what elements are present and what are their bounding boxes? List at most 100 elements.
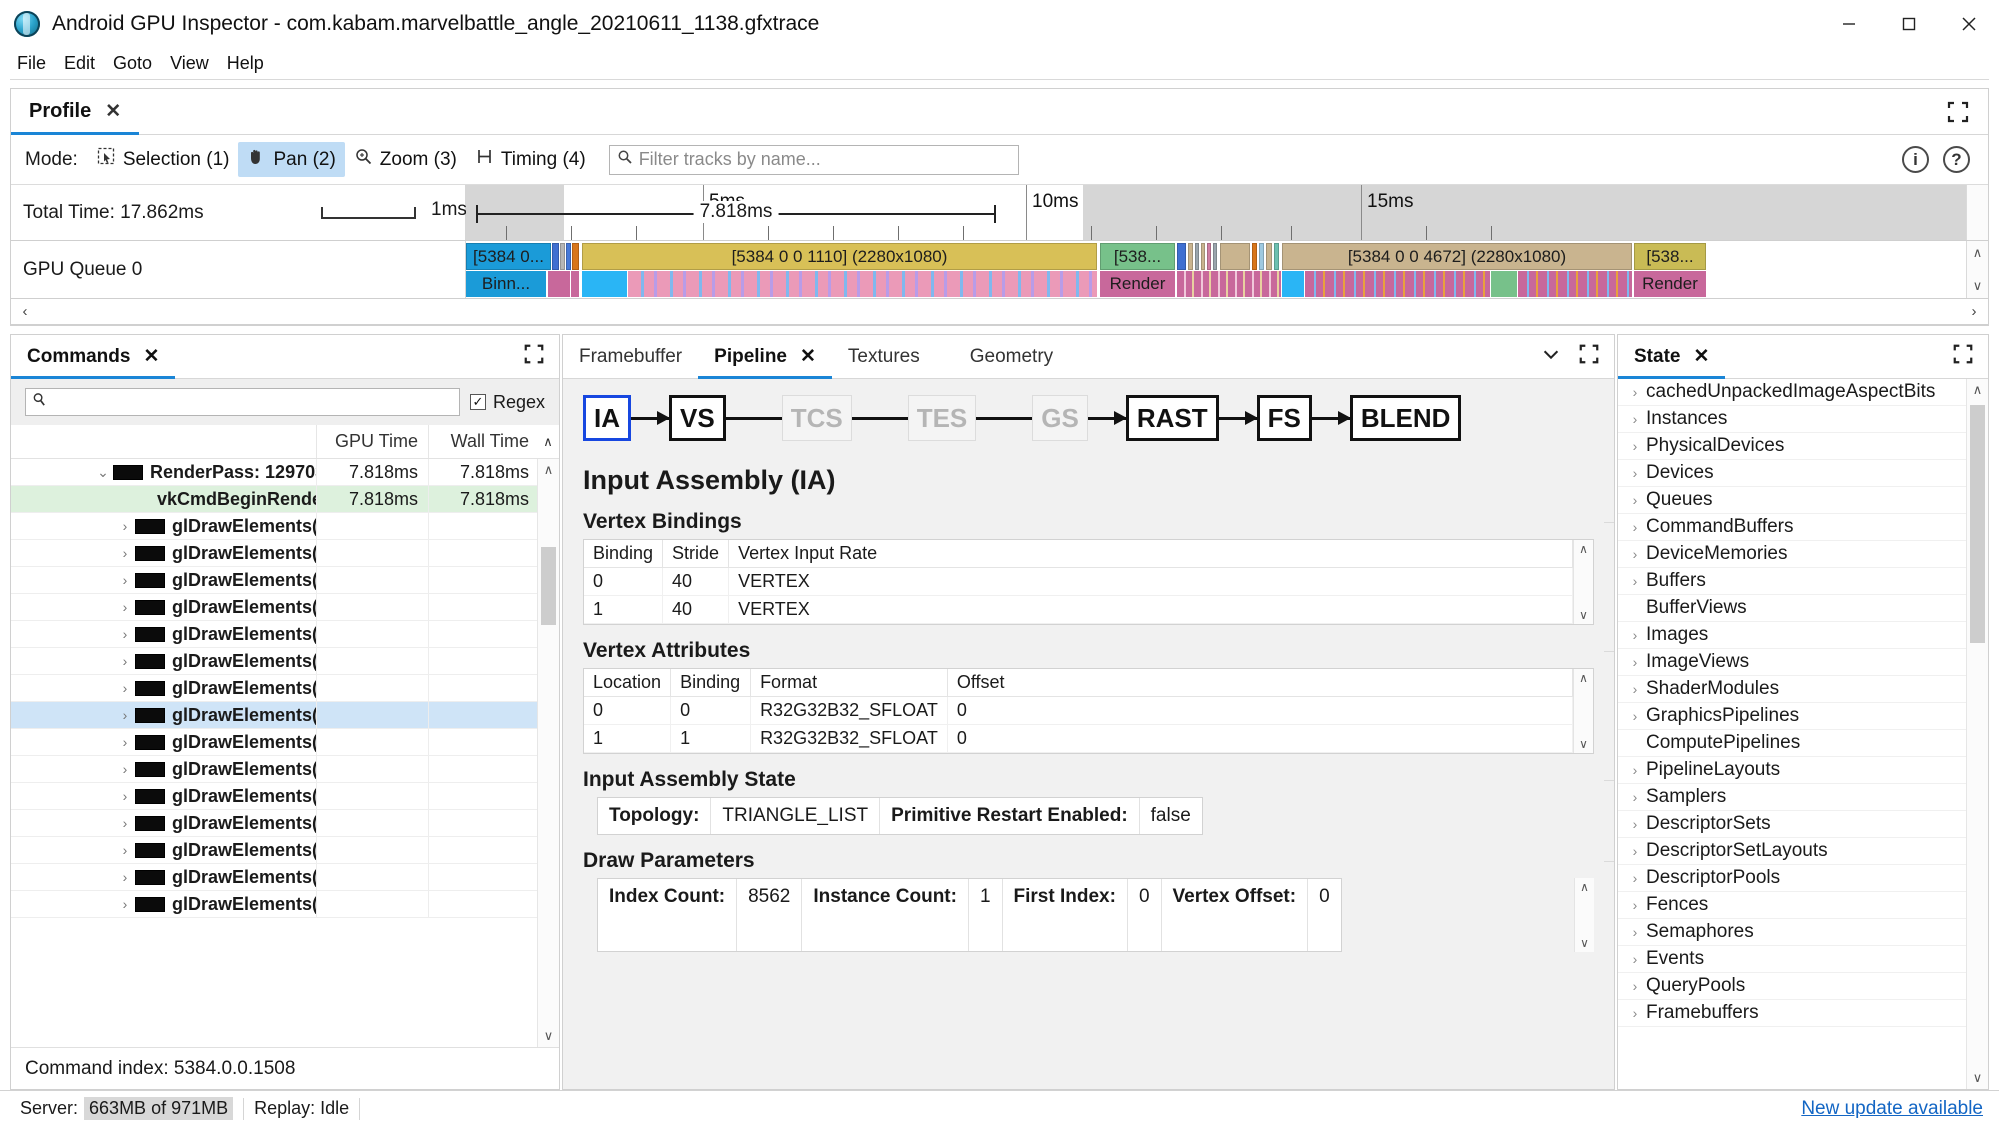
- state-tree-item[interactable]: › Images: [1618, 622, 1988, 649]
- table-row[interactable]: › glDrawElements(co…: [11, 891, 559, 918]
- expand-chevron-icon[interactable]: ›: [1624, 519, 1646, 535]
- state-tree-item[interactable]: › Samplers: [1618, 784, 1988, 811]
- timeline-block[interactable]: [1195, 243, 1199, 270]
- column-gpu-time[interactable]: GPU Time: [317, 425, 429, 458]
- tab-commands[interactable]: Commands ✕: [11, 335, 176, 379]
- state-tree-item[interactable]: BufferViews: [1618, 595, 1988, 622]
- table-row[interactable]: › glDrawElements(co…: [11, 729, 559, 756]
- scroll-down-icon[interactable]: ∨: [1579, 608, 1588, 622]
- menu-file[interactable]: File: [8, 50, 55, 77]
- stage-gs[interactable]: GS: [1032, 395, 1088, 441]
- expand-chevron-icon[interactable]: ›: [1624, 546, 1646, 562]
- expand-chevron-icon[interactable]: ›: [1624, 870, 1646, 886]
- expand-chevron-icon[interactable]: ›: [1624, 465, 1646, 481]
- state-tree-item[interactable]: › Instances: [1618, 406, 1988, 433]
- minimize-button[interactable]: [1819, 0, 1879, 47]
- expand-chevron-icon[interactable]: ⌄: [93, 464, 113, 481]
- state-tree-item[interactable]: › ImageViews: [1618, 649, 1988, 676]
- filter-tracks-input[interactable]: Filter tracks by name...: [608, 144, 1019, 175]
- timeline-block[interactable]: [560, 243, 565, 270]
- vertex-attributes-scrollbar[interactable]: ∧ ∨: [1573, 669, 1593, 753]
- state-tree-item[interactable]: › cachedUnpackedImageAspectBits: [1618, 379, 1988, 406]
- table-row[interactable]: vkCmdBeginRender…7.818ms7.818ms: [11, 486, 559, 513]
- state-tree-item[interactable]: › DescriptorSetLayouts: [1618, 838, 1988, 865]
- timeline-subblock[interactable]: [582, 271, 627, 297]
- timeline-block[interactable]: [1252, 243, 1257, 270]
- expand-chevron-icon[interactable]: ›: [115, 761, 135, 777]
- state-tree[interactable]: › cachedUnpackedImageAspectBits › Instances…: [1618, 379, 1988, 1089]
- vertex-bindings-scrollbar[interactable]: ∧ ∨: [1573, 540, 1593, 624]
- close-icon[interactable]: ✕: [800, 345, 816, 368]
- expand-chevron-icon[interactable]: ›: [1624, 492, 1646, 508]
- timeline-vertical-scrollbar[interactable]: ∧ ∨: [1966, 241, 1988, 298]
- table-row[interactable]: › glDrawElements(co…: [11, 648, 559, 675]
- stage-ia[interactable]: IA: [583, 395, 631, 441]
- expand-chevron-icon[interactable]: ›: [115, 545, 135, 561]
- state-tree-item[interactable]: › Devices: [1618, 460, 1988, 487]
- timeline-block[interactable]: [1207, 243, 1211, 270]
- close-button[interactable]: [1939, 0, 1999, 47]
- scroll-up-icon[interactable]: ∧: [1579, 671, 1588, 685]
- pipeline-expand-icon[interactable]: [1578, 343, 1600, 371]
- state-tree-item[interactable]: › Events: [1618, 946, 1988, 973]
- timeline-subblock[interactable]: [1491, 271, 1517, 297]
- state-tree-item[interactable]: › PipelineLayouts: [1618, 757, 1988, 784]
- tab-framebuffer[interactable]: Framebuffer: [563, 335, 698, 378]
- expand-chevron-icon[interactable]: ›: [1624, 843, 1646, 859]
- new-update-link[interactable]: New update available: [1801, 1098, 1983, 1120]
- mode-selection-button[interactable]: Selection (1): [88, 142, 239, 177]
- expand-chevron-icon[interactable]: ›: [1624, 654, 1646, 670]
- scroll-up-icon[interactable]: ∧: [1579, 542, 1588, 556]
- expand-chevron-icon[interactable]: ›: [115, 896, 135, 912]
- expand-chevron-icon[interactable]: ›: [115, 599, 135, 615]
- timeline-block[interactable]: [566, 243, 571, 270]
- table-row[interactable]: 0 40 VERTEX: [584, 567, 1573, 596]
- menu-help[interactable]: Help: [218, 50, 273, 77]
- table-row[interactable]: › glDrawElements(co…: [11, 756, 559, 783]
- table-row[interactable]: 1 40 VERTEX: [584, 595, 1573, 624]
- timeline-block[interactable]: [1201, 243, 1205, 270]
- scroll-left-icon[interactable]: ‹: [11, 303, 39, 320]
- chevron-down-icon[interactable]: [1540, 343, 1562, 371]
- table-row[interactable]: › glDrawElements(co…: [11, 540, 559, 567]
- tab-pipeline[interactable]: Pipeline ✕: [698, 335, 832, 379]
- expand-chevron-icon[interactable]: ›: [1624, 1005, 1646, 1021]
- state-tree-item[interactable]: › Framebuffers: [1618, 1000, 1988, 1027]
- scroll-down-icon[interactable]: ∨: [1579, 737, 1588, 751]
- expand-chevron-icon[interactable]: ›: [115, 734, 135, 750]
- timeline-block[interactable]: [1266, 243, 1272, 270]
- close-icon[interactable]: ✕: [1693, 345, 1709, 368]
- mode-pan-button[interactable]: Pan (2): [238, 142, 345, 177]
- tab-state[interactable]: State ✕: [1618, 335, 1726, 379]
- tab-textures[interactable]: Textures: [832, 335, 936, 378]
- commands-row-list[interactable]: ⌄RenderPass: 12970367…7.818ms7.818msvkCm…: [11, 459, 559, 1047]
- table-row[interactable]: › glDrawElements(co…: [11, 621, 559, 648]
- scroll-down-icon[interactable]: ∨: [544, 1028, 554, 1044]
- table-row[interactable]: 1 1 R32G32B32_SFLOAT 0: [584, 724, 1574, 753]
- state-tree-item[interactable]: › Buffers: [1618, 568, 1988, 595]
- table-row[interactable]: › glDrawElements(co…: [11, 702, 559, 729]
- timeline-subblock[interactable]: [571, 271, 579, 297]
- timeline-block[interactable]: [5384 0 0 1110] (2280x1080): [582, 243, 1097, 270]
- commands-expand-icon[interactable]: [523, 343, 545, 371]
- expand-chevron-icon[interactable]: ›: [115, 572, 135, 588]
- timeline-block[interactable]: [1213, 243, 1217, 270]
- profile-expand-icon[interactable]: [1928, 89, 1988, 134]
- timeline-block[interactable]: [5384 0 0 4672] (2280x1080): [1282, 243, 1632, 270]
- stage-blend[interactable]: BLEND: [1349, 395, 1462, 441]
- regex-toggle[interactable]: ✓ Regex: [469, 392, 545, 413]
- expand-chevron-icon[interactable]: ›: [115, 680, 135, 696]
- expand-chevron-icon[interactable]: ›: [1624, 897, 1646, 913]
- expand-chevron-icon[interactable]: ›: [115, 869, 135, 885]
- state-tree-item[interactable]: › CommandBuffers: [1618, 514, 1988, 541]
- table-row[interactable]: 0 0 R32G32B32_SFLOAT 0: [584, 696, 1574, 725]
- timeline-block[interactable]: [538...: [1100, 243, 1175, 270]
- state-tree-item[interactable]: › GraphicsPipelines: [1618, 703, 1988, 730]
- close-icon[interactable]: ✕: [143, 345, 159, 368]
- state-tree-item[interactable]: › DeviceMemories: [1618, 541, 1988, 568]
- timeline-subblock[interactable]: Render: [1100, 271, 1175, 297]
- state-tree-item[interactable]: › DescriptorSets: [1618, 811, 1988, 838]
- state-tree-item[interactable]: › Semaphores: [1618, 919, 1988, 946]
- table-row[interactable]: › glDrawElements(co…: [11, 864, 559, 891]
- state-tree-item[interactable]: › ShaderModules: [1618, 676, 1988, 703]
